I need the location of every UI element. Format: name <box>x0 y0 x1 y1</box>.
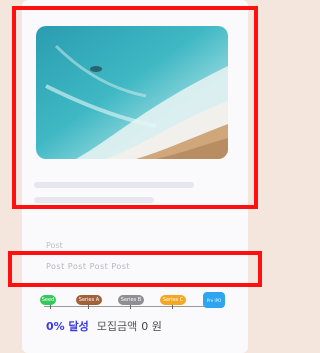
amount-value: 0 원 <box>141 320 162 333</box>
highlight-box-image <box>12 6 258 209</box>
funding-stats: 0% 달성 모집금액 0 원 <box>46 318 162 334</box>
stage-series-a[interactable]: Series A <box>76 295 102 305</box>
post-label: Post <box>46 241 63 250</box>
stage-track <box>44 304 220 309</box>
percent-achieved: 0% 달성 <box>46 320 89 333</box>
highlight-box-title <box>8 251 262 287</box>
pre-ipo-button[interactable]: Pre IPO <box>203 292 225 308</box>
amount-label: 모집금액 <box>96 320 138 333</box>
stage-series-c[interactable]: Series C <box>160 295 186 305</box>
stage-series-b[interactable]: Series B <box>118 295 144 305</box>
stage-seed[interactable]: Seed <box>40 295 56 305</box>
